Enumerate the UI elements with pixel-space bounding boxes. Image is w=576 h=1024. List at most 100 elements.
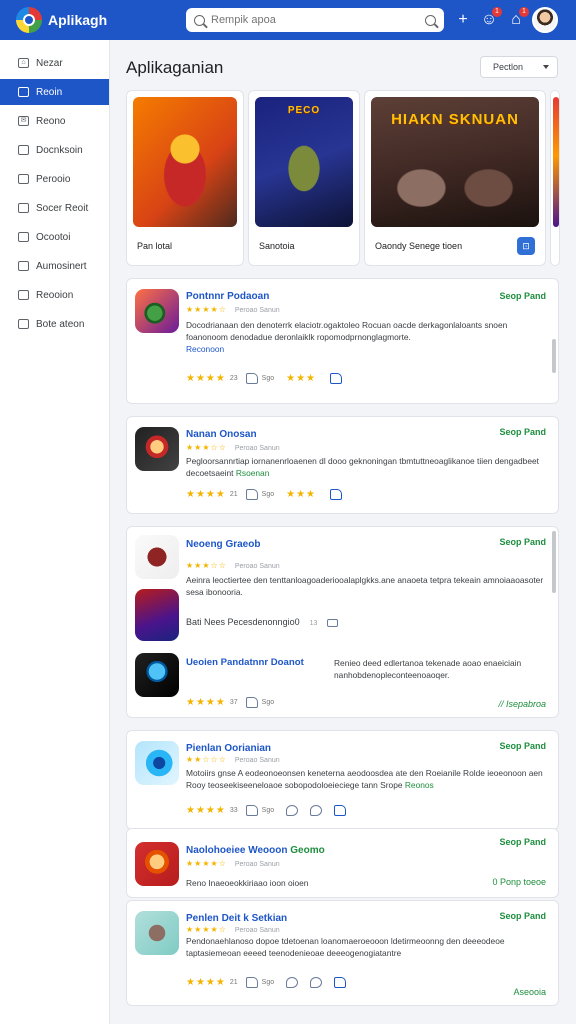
sidebar-item-box[interactable]: Ocootoi — [0, 224, 109, 250]
app-name[interactable]: Penlen Deit k Setkian — [186, 913, 287, 924]
metric-text: Sgo — [261, 491, 275, 498]
rating-sub: Peroao Sanun — [234, 927, 280, 934]
app-icon[interactable] — [135, 289, 179, 333]
app-name[interactable]: Ueoien Pandatnnr Doanot — [186, 657, 304, 668]
app-logo-icon[interactable] — [16, 7, 42, 33]
app-icon[interactable] — [135, 911, 179, 955]
metric-text: Sgo — [261, 807, 275, 814]
app-card-group: Neoeng Graeob ★★★☆☆ Peroao Sanun Aeinra l… — [126, 526, 559, 718]
metric-stars: ★★★★ — [186, 805, 226, 816]
featured-card[interactable]: HIAKN SKNUAN Oaondy Senege tioen ⊡ — [364, 90, 546, 266]
card-scrollbar[interactable] — [552, 339, 556, 373]
app-description: Pendonaehlanoso dopoe tdetoenan loanomae… — [186, 935, 544, 961]
app-icon[interactable] — [135, 842, 179, 886]
metric-count: 21 — [229, 491, 238, 498]
app-icon[interactable] — [135, 427, 179, 471]
desc-text: Aeinra leoctiertee den tenttanloagoaderi… — [186, 575, 544, 597]
sidebar-item-mail[interactable]: ✉ Reono — [0, 108, 109, 134]
plus-icon[interactable]: + — [453, 10, 473, 30]
get-app-button[interactable]: Seop Pand — [499, 911, 546, 921]
metric-count: 33 — [229, 807, 238, 814]
comment-icon[interactable] — [286, 805, 299, 816]
user-avatar[interactable] — [532, 7, 558, 33]
sidebar-item-apps[interactable]: Reoin — [0, 79, 109, 105]
featured-card[interactable]: PECO Sanotoia — [248, 90, 360, 266]
sub-row-label: Bati Nees Pecesdenonngio0 — [186, 617, 300, 627]
featured-artwork — [553, 97, 559, 227]
desc-link[interactable]: Reconoon — [186, 344, 224, 354]
app-name[interactable]: Neoeng Graeob — [186, 539, 260, 550]
search-bar[interactable] — [186, 8, 444, 32]
search-submit-icon[interactable] — [425, 14, 436, 26]
thumbs-up-icon[interactable] — [245, 805, 258, 816]
featured-art-title: HIAKN SKNUAN — [391, 111, 519, 128]
card-scrollbar[interactable] — [552, 531, 556, 593]
like-icon[interactable] — [334, 977, 347, 988]
search-input[interactable] — [211, 14, 425, 26]
metric-count: 37 — [229, 699, 238, 706]
app-name[interactable]: Pienlan Oorianian — [186, 743, 271, 754]
sidebar-item-label: Reooion — [36, 289, 74, 301]
sidebar-item-settings[interactable]: Aumosinert — [0, 253, 109, 279]
get-app-button[interactable]: Seop Pand — [499, 427, 546, 437]
thumbs-up-icon[interactable] — [245, 373, 258, 384]
sidebar-item-list[interactable]: Reooion — [0, 282, 109, 308]
messages-icon[interactable]: ⌂ 1 — [506, 7, 529, 30]
app-icon[interactable] — [135, 741, 179, 785]
lock-icon[interactable]: ⊡ — [517, 237, 535, 255]
desc-link[interactable]: Rsoenan — [236, 468, 270, 478]
more-link[interactable]: // Isepabroa — [498, 699, 546, 709]
expand-icon[interactable] — [327, 618, 339, 627]
like-icon[interactable] — [330, 373, 343, 384]
sidebar-item-label: Perooio — [36, 173, 71, 185]
app-card: Pontnnr Podaoan ★★★★☆ Peroao Sanun Docodr… — [126, 278, 559, 404]
sidebar: ⌂ Nezar Reoin ✉ Reono Docnksoin Perooio So… — [0, 40, 110, 1024]
app-icon-secondary[interactable] — [135, 589, 179, 641]
app-metrics: ★★★★ 23 Sgo ★★★ — [186, 373, 343, 384]
app-icon[interactable] — [135, 653, 179, 697]
featured-caption: Pan lotal — [137, 241, 173, 251]
featured-card[interactable]: Pan lotal — [126, 90, 244, 266]
home-icon: ⌂ — [18, 58, 29, 68]
comment-icon[interactable] — [286, 977, 299, 988]
sidebar-item-share[interactable]: Bote ateon — [0, 311, 109, 337]
app-name[interactable]: Naolohoeiee Weooon Geomo — [186, 845, 325, 856]
thumbs-up-icon[interactable] — [245, 977, 258, 988]
app-rating-stars: ★★★★☆ Peroao Sanun — [186, 925, 280, 934]
app-name-text: Naolohoeiee Weooon — [186, 845, 288, 856]
sidebar-item-docs[interactable]: Docnksoin — [0, 137, 109, 163]
get-app-button[interactable]: Seop Pand — [499, 291, 546, 301]
notifications-icon[interactable]: ☺ 1 — [479, 7, 502, 30]
share-icon[interactable] — [310, 805, 323, 816]
sidebar-item-label: Aumosinert — [36, 260, 87, 272]
sidebar-item-home[interactable]: ⌂ Nezar — [0, 50, 109, 76]
metric-stars-2: ★★★ — [286, 373, 317, 384]
app-name[interactable]: Nanan Onosan — [186, 429, 257, 440]
app-icon[interactable] — [135, 535, 179, 579]
app-rating-stars: ★★★☆☆ Peroao Sanun — [186, 561, 280, 570]
sidebar-item-folders[interactable]: Perooio — [0, 166, 109, 192]
app-metrics: ★★★★ 21 Sgo — [186, 977, 350, 988]
sidebar-item-reports[interactable]: Socer Reoit — [0, 195, 109, 221]
rating-value: ★★★★☆ — [186, 925, 227, 934]
rating-sub: Peroao Sanun — [234, 563, 280, 570]
like-icon[interactable] — [330, 489, 343, 500]
list-icon — [18, 290, 29, 300]
get-app-button[interactable]: Seop Pand — [499, 837, 546, 847]
get-app-button[interactable]: Seop Pand — [499, 537, 546, 547]
more-link[interactable]: 0 Ponp toeoe — [492, 877, 546, 887]
rating-value: ★★★☆☆ — [186, 443, 227, 452]
featured-card-partial[interactable] — [550, 90, 560, 266]
app-name[interactable]: Pontnnr Podaoan — [186, 291, 269, 302]
folder-icon — [18, 174, 29, 184]
like-icon[interactable] — [334, 805, 347, 816]
sort-dropdown[interactable]: Pectlon — [480, 56, 558, 78]
featured-artwork — [133, 97, 237, 227]
get-app-button[interactable]: Seop Pand — [499, 741, 546, 751]
thumbs-up-icon[interactable] — [245, 489, 258, 500]
desc-link[interactable]: Reonos — [405, 780, 434, 790]
thumbs-up-icon[interactable] — [245, 697, 258, 708]
sidebar-item-label: Bote ateon — [36, 318, 85, 330]
more-link[interactable]: Aseooia — [513, 987, 546, 997]
share-icon[interactable] — [310, 977, 323, 988]
